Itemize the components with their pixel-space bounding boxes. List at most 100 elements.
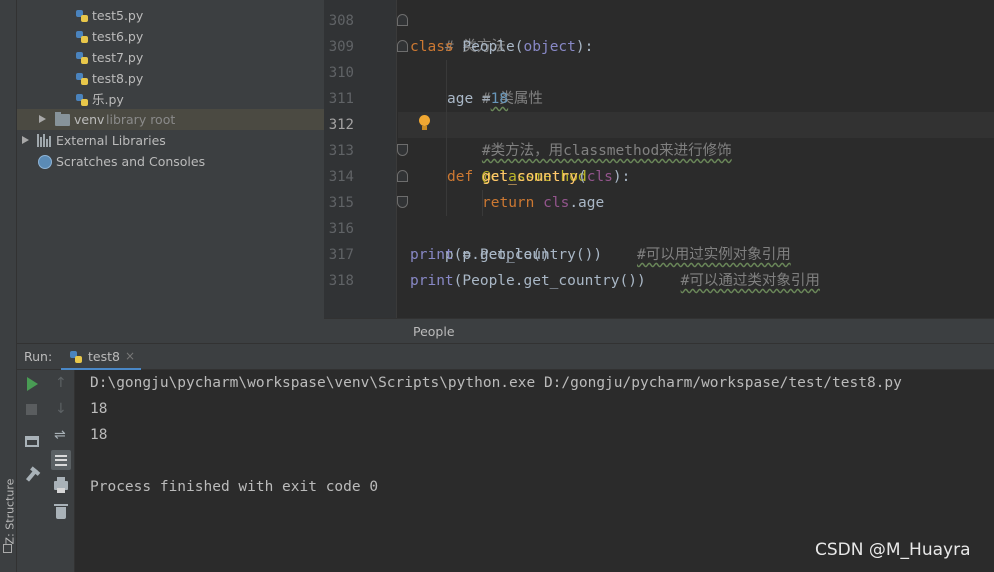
scratches-icon (38, 155, 52, 169)
close-icon[interactable]: × (125, 349, 135, 363)
rerun-button[interactable] (22, 374, 42, 394)
layout-button[interactable] (22, 432, 42, 452)
stop-button[interactable] (22, 400, 42, 420)
scroll-to-end-icon (51, 450, 71, 470)
code-function-name: get_country (481, 169, 578, 185)
python-file-icon (75, 9, 89, 23)
code-param: cls (543, 195, 570, 211)
folder-icon (55, 112, 70, 126)
library-root-hint: library root (106, 112, 176, 127)
fold-marker-icon[interactable] (397, 144, 408, 156)
run-toolbar-primary (17, 370, 46, 572)
tree-item-le[interactable]: 乐.py (17, 89, 324, 110)
code-builtin: object (523, 39, 576, 55)
console-line: D:\gongju\pycharm\workspase\venv\Scripts… (90, 375, 902, 391)
code-line-316: p = People() (410, 216, 550, 263)
line-number: 308 (328, 13, 354, 29)
stop-icon (26, 404, 37, 415)
line-number: 310 (328, 65, 354, 81)
line-number: 312 (328, 117, 354, 133)
python-file-icon (75, 30, 89, 44)
next-occurrence-button[interactable]: ↓ (51, 399, 71, 419)
tree-item-venv[interactable]: venv library root (17, 109, 324, 130)
chevron-right-icon[interactable] (39, 115, 46, 123)
clear-all-button[interactable] (51, 502, 71, 522)
run-toolbar-secondary: ↑ ↓ ⇌ (46, 370, 75, 572)
structure-tab-label: Z: Structure (3, 478, 17, 545)
line-number: 309 (328, 39, 354, 55)
fold-marker-icon[interactable] (397, 196, 408, 208)
pin-icon (25, 468, 39, 482)
tree-item-label: Scratches and Consoles (56, 154, 206, 169)
chevron-right-icon[interactable] (22, 136, 29, 144)
pin-button[interactable] (22, 466, 42, 486)
tree-item-test8[interactable]: test8.py (17, 68, 324, 89)
code-keyword: def (447, 169, 474, 185)
python-icon (69, 350, 83, 364)
layout-icon (25, 436, 39, 447)
structure-icon (3, 544, 12, 553)
print-button[interactable] (51, 476, 71, 496)
arrow-down-icon: ↓ (55, 401, 67, 417)
run-tab-test8[interactable]: test8 × (61, 344, 141, 370)
run-tab-label: test8 (88, 349, 120, 364)
line-number: 314 (328, 169, 354, 185)
code-line-314: def get_country(cls): (447, 164, 630, 190)
code-builtin: print (410, 247, 454, 263)
code-punct: ( (577, 169, 587, 185)
code-keyword: class (410, 39, 454, 55)
tree-item-label: test6.py (92, 29, 144, 44)
line-number: 311 (328, 91, 354, 107)
code-keyword: return (482, 195, 535, 211)
tree-item-scratches[interactable]: Scratches and Consoles (17, 151, 324, 172)
code-editor[interactable]: 308 309 310 311 312 313 314 315 316 317 … (324, 0, 994, 318)
tree-item-label: test5.py (92, 8, 144, 23)
console-line: 18 (90, 427, 108, 443)
line-number: 317 (328, 247, 354, 263)
code-line-317: print(p.get_country()) #可以用过实例对象引用 (410, 242, 791, 268)
tree-item-label: test8.py (92, 71, 144, 86)
tree-item-label: 乐.py (92, 92, 124, 107)
tree-item-test5[interactable]: test5.py (17, 5, 324, 26)
editor-gutter: 308 309 310 311 312 313 314 315 316 317 … (324, 0, 397, 318)
play-icon (27, 377, 38, 391)
code-comment: #可以用过实例对象引用 (636, 247, 791, 263)
code-punct: ): (612, 169, 631, 185)
tree-item-test6[interactable]: test6.py (17, 26, 324, 47)
fold-marker-icon[interactable] (397, 14, 408, 26)
python-file-icon (75, 93, 89, 107)
soft-wrap-button[interactable]: ⇌ (51, 425, 71, 445)
code-line-312: #类方法，用classmethod来进行修饰 (447, 112, 732, 159)
console-line: Process finished with exit code 0 (90, 479, 379, 495)
fold-marker-icon[interactable] (397, 170, 408, 182)
code-line-311: age =18 (447, 86, 508, 112)
previous-occurrence-button[interactable]: ↑ (51, 373, 71, 393)
lightbulb-icon[interactable] (418, 114, 432, 134)
structure-tool-tab[interactable]: Z: Structure (0, 470, 17, 560)
left-tool-strip: Z: Structure (0, 0, 17, 572)
code-param: cls (586, 169, 613, 185)
tree-item-label: venv (74, 112, 105, 127)
code-text: age = (447, 91, 491, 107)
breadcrumb-item[interactable]: People (413, 324, 455, 339)
line-number: 313 (328, 143, 354, 159)
tree-item-external-libraries[interactable]: External Libraries (17, 130, 324, 151)
console-line: 18 (90, 401, 108, 417)
code-class-name: People (462, 39, 515, 55)
tree-item-test7[interactable]: test7.py (17, 47, 324, 68)
code-text: (People.get_country()) (453, 273, 646, 289)
code-line-310: # 类属性 (447, 60, 543, 107)
code-line-315: return cls.age (482, 190, 604, 216)
line-number: 315 (328, 195, 354, 211)
line-number: 316 (328, 221, 354, 237)
soft-wrap-icon: ⇌ (54, 427, 66, 443)
code-number: 18 (490, 91, 509, 107)
tree-item-label: test7.py (92, 50, 144, 65)
code-line-309: class People(object): (410, 34, 593, 60)
scroll-to-end-button[interactable] (51, 450, 71, 470)
code-line-308: # 类方法 (410, 8, 506, 55)
arrow-up-icon: ↑ (55, 375, 67, 391)
fold-marker-icon[interactable] (397, 40, 408, 52)
project-tree: test5.py test6.py test7.py test8.py 乐.py… (17, 0, 324, 343)
watermark: CSDN @M_Huayra (815, 540, 971, 560)
